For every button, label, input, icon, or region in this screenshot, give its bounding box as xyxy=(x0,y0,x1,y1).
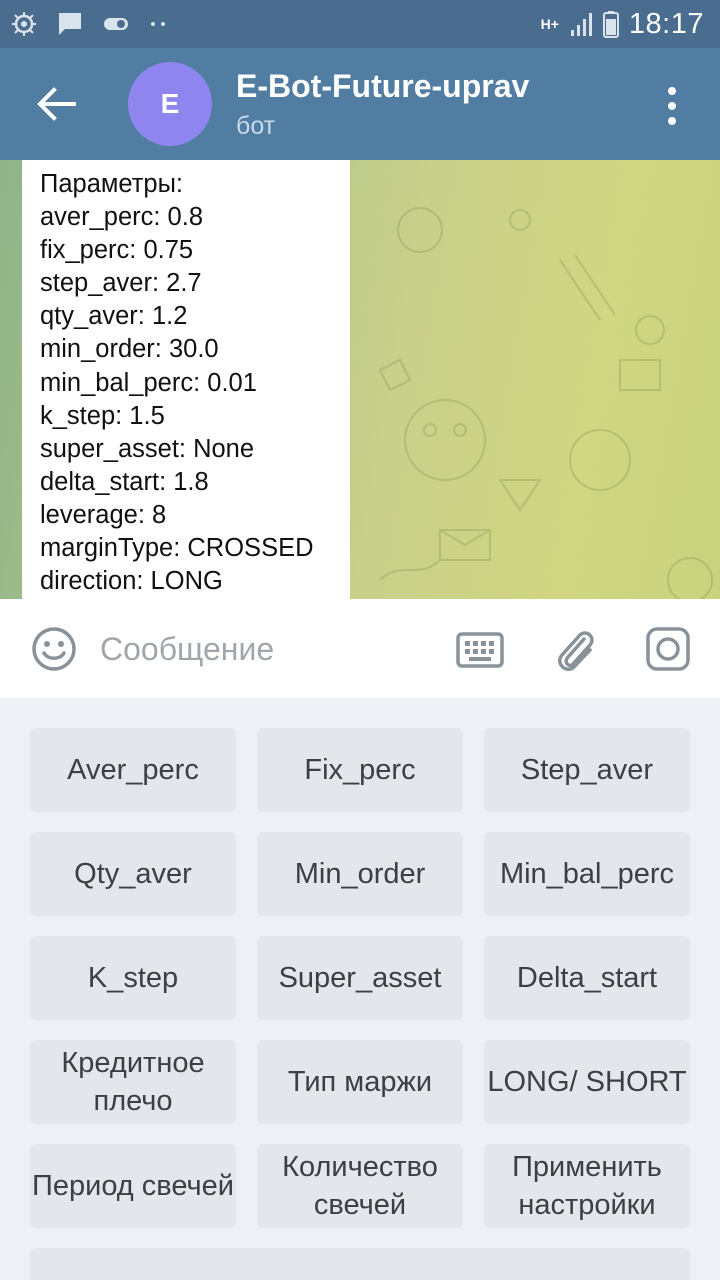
message-line: min_bal_perc: 0.01 xyxy=(40,368,257,397)
keyboard-button-long-short[interactable]: LONG/ SHORT xyxy=(484,1040,690,1124)
message-line: marginType: CROSSED xyxy=(40,534,314,563)
chat-title[interactable]: E-Bot-Future-uprav xyxy=(236,68,529,105)
message-line: delta_start: 1.8 xyxy=(40,467,209,496)
keyboard-button-candle-count[interactable]: Количество свечей xyxy=(257,1144,463,1228)
toggle-icon xyxy=(104,18,128,30)
bug-icon xyxy=(12,12,36,36)
attach-icon[interactable] xyxy=(554,625,600,673)
more-vert-icon[interactable] xyxy=(664,86,680,126)
message-line: super_asset: None xyxy=(40,434,255,463)
message-line: qty_aver: 1.2 xyxy=(40,302,188,331)
keyboard-button-margin-type[interactable]: Тип маржи xyxy=(257,1040,463,1124)
keyboard-button-step-aver[interactable]: Step_aver xyxy=(484,728,690,812)
message-line: step_aver: 2.7 xyxy=(40,269,202,298)
message-line: min_order: 30.0 xyxy=(40,335,219,364)
avatar[interactable]: E xyxy=(128,62,212,146)
back-arrow-icon[interactable] xyxy=(36,86,76,122)
keyboard-button-delta-start[interactable]: Delta_start xyxy=(484,936,690,1020)
message-line: direction: LONG xyxy=(40,567,223,596)
message-line: aver_perc: 0.8 xyxy=(40,203,204,232)
clock: 18:17 xyxy=(628,7,704,40)
keyboard-button-partial[interactable]: В xyxy=(30,1248,690,1280)
keyboard-button-min-order[interactable]: Min_order xyxy=(257,832,463,916)
message-icon xyxy=(59,13,81,35)
message-input-bar: Сообщение xyxy=(0,599,720,698)
message-bubble[interactable]: Параметры: aver_perc: 0.8 fix_perc: 0.75… xyxy=(22,160,350,599)
signal-icon xyxy=(570,13,592,36)
message-line: fix_perc: 0.75 xyxy=(40,236,194,265)
chat-header: E E-Bot-Future-uprav бот xyxy=(0,48,720,160)
message-line: leverage: 8 xyxy=(40,500,167,529)
keyboard-button-leverage[interactable]: Кредитное плечо xyxy=(30,1040,236,1124)
battery-icon xyxy=(602,11,619,38)
system-icons: H+ 18:17 xyxy=(541,6,704,42)
network-type: H+ xyxy=(540,16,559,32)
chat-subtitle: бот xyxy=(236,112,276,140)
keyboard-button-aver-perc[interactable]: Aver_perc xyxy=(30,728,236,812)
chat-area[interactable]: Параметры: aver_perc: 0.8 fix_perc: 0.75… xyxy=(0,160,720,599)
keyboard-button-fix-perc[interactable]: Fix_perc xyxy=(257,728,463,812)
keyboard-button-k-step[interactable]: K_step xyxy=(30,936,236,1020)
message-line: k_step: 1.5 xyxy=(40,401,165,430)
keyboard-button-candle-period[interactable]: Период свечей xyxy=(30,1144,236,1228)
keyboard-button-qty-aver[interactable]: Qty_aver xyxy=(30,832,236,916)
camera-icon[interactable] xyxy=(645,626,691,672)
keyboard-icon[interactable] xyxy=(456,632,504,668)
keyboard-button-apply-settings[interactable]: Применить настройки xyxy=(484,1144,690,1228)
message-line: Параметры: xyxy=(40,170,184,198)
emoji-icon[interactable] xyxy=(31,626,77,672)
status-bar: H+ 18:17 xyxy=(0,0,720,48)
dots-icon xyxy=(151,22,165,26)
notification-icons xyxy=(10,8,168,40)
keyboard-button-super-asset[interactable]: Super_asset xyxy=(257,936,463,1020)
message-input[interactable]: Сообщение xyxy=(100,631,274,668)
keyboard-button-min-bal-perc[interactable]: Min_bal_perc xyxy=(484,832,690,916)
bot-keyboard: Aver_perc Fix_perc Step_aver Qty_aver Mi… xyxy=(0,698,720,1280)
